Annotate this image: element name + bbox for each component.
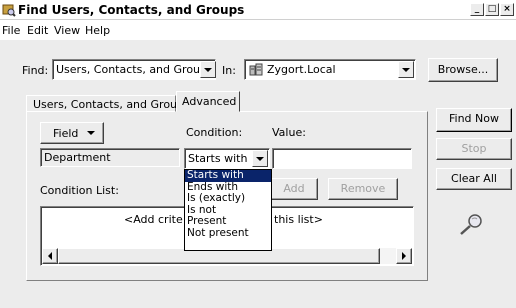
in-label: In: bbox=[222, 64, 236, 77]
stop-button[interactable]: Stop bbox=[436, 138, 512, 160]
scroll-right-button[interactable] bbox=[396, 248, 412, 264]
tab-label: Users, Contacts, and Groups bbox=[33, 98, 190, 111]
value-label: Value: bbox=[272, 126, 306, 139]
magnifier-icon bbox=[456, 212, 486, 236]
find-now-button[interactable]: Find Now bbox=[436, 108, 512, 132]
menu-file[interactable]: File bbox=[2, 24, 20, 37]
in-select[interactable]: Zygort.Local bbox=[244, 59, 416, 80]
field-value: Department bbox=[44, 151, 111, 164]
menu-view[interactable]: View bbox=[54, 24, 80, 37]
field-display: Department bbox=[40, 148, 180, 167]
browse-button[interactable]: Browse... bbox=[428, 58, 498, 82]
find-select[interactable]: Users, Contacts, and Groups bbox=[52, 59, 216, 80]
close-button[interactable]: × bbox=[500, 3, 514, 16]
field-button-label: Field bbox=[53, 127, 79, 140]
condition-select-value: Starts with bbox=[188, 152, 248, 165]
condition-list-placeholder-right: this list> bbox=[274, 213, 323, 226]
window-title: Find Users, Contacts, and Groups bbox=[18, 3, 245, 17]
menu-edit[interactable]: Edit bbox=[27, 24, 48, 37]
condition-dropdown-arrow[interactable] bbox=[252, 150, 268, 167]
minimize-button[interactable]: _ bbox=[470, 3, 484, 16]
in-dropdown-arrow[interactable] bbox=[398, 61, 414, 78]
tab-label: Advanced bbox=[182, 95, 237, 108]
tab-users-contacts-groups[interactable]: Users, Contacts, and Groups bbox=[26, 95, 190, 112]
value-input[interactable] bbox=[272, 148, 412, 169]
find-dropdown-arrow[interactable] bbox=[200, 61, 216, 78]
chevron-down-icon bbox=[87, 131, 95, 135]
maximize-button[interactable]: □ bbox=[485, 3, 499, 16]
add-button[interactable]: Add bbox=[270, 178, 318, 200]
condition-dropdown-list[interactable]: Starts with Ends with Is (exactly) Is no… bbox=[184, 169, 272, 251]
condition-option-starts-with[interactable]: Starts with bbox=[185, 169, 271, 182]
clear-all-button[interactable]: Clear All bbox=[436, 168, 512, 190]
condition-list-placeholder-left: <Add crite bbox=[124, 213, 183, 226]
remove-button[interactable]: Remove bbox=[328, 178, 398, 200]
find-label: Find: bbox=[22, 64, 49, 77]
find-users-icon bbox=[2, 3, 16, 17]
tab-advanced[interactable]: Advanced bbox=[176, 91, 240, 112]
menu-help[interactable]: Help bbox=[85, 24, 110, 37]
condition-label: Condition: bbox=[186, 126, 243, 139]
condition-option-is-exactly[interactable]: Is (exactly) bbox=[185, 192, 271, 205]
in-select-value: Zygort.Local bbox=[267, 63, 336, 76]
field-button[interactable]: Field bbox=[40, 122, 104, 144]
condition-list-label: Condition List: bbox=[40, 184, 119, 197]
condition-option-present[interactable]: Present bbox=[185, 215, 271, 228]
domain-icon bbox=[249, 63, 263, 77]
condition-option-not-present[interactable]: Not present bbox=[185, 227, 271, 240]
find-select-value: Users, Contacts, and Groups bbox=[56, 63, 213, 76]
scroll-left-button[interactable] bbox=[42, 248, 58, 264]
